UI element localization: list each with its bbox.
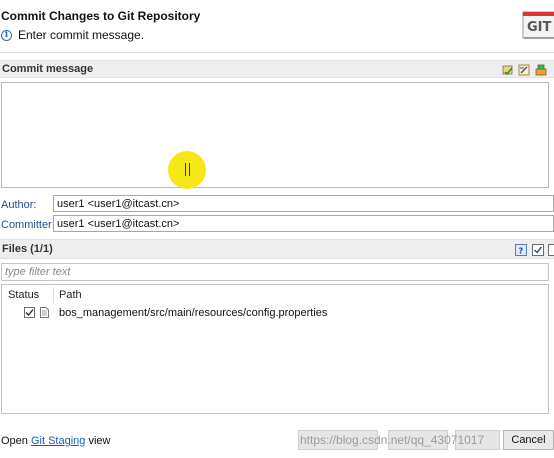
column-separator[interactable] xyxy=(53,287,54,303)
author-field[interactable] xyxy=(53,195,554,212)
info-text: Enter commit message. xyxy=(18,28,145,42)
show-untracked-icon[interactable]: ? xyxy=(515,244,527,256)
status-column-header[interactable]: Status xyxy=(8,289,39,301)
open-prefix: Open xyxy=(1,435,31,447)
files-table: Status Path bos_management/src/main/reso… xyxy=(1,284,549,414)
files-label: Files (1/1) xyxy=(2,243,53,255)
git-staging-link[interactable]: Git Staging xyxy=(31,435,85,447)
select-all-icon[interactable] xyxy=(532,244,544,256)
git-logo-text: GIT xyxy=(527,20,552,35)
file-path: bos_management/src/main/resources/config… xyxy=(59,307,328,319)
table-row[interactable]: bos_management/src/main/resources/config… xyxy=(2,305,548,322)
commit-message-textarea[interactable] xyxy=(1,82,549,188)
header-divider xyxy=(0,52,554,53)
dialog-header xyxy=(0,0,554,52)
properties-file-icon xyxy=(40,307,49,318)
file-filter-input[interactable] xyxy=(1,263,549,281)
commit-message-section-header: Commit message xyxy=(0,60,554,78)
signed-off-icon[interactable] xyxy=(518,64,530,76)
open-suffix: view xyxy=(85,435,111,447)
dialog-title: Commit Changes to Git Repository xyxy=(1,9,201,23)
info-icon: i xyxy=(1,29,12,41)
author-label: Author: xyxy=(1,199,37,211)
committer-field[interactable] xyxy=(53,215,554,232)
svg-text:?: ? xyxy=(519,247,524,256)
info-message: i Enter commit message. xyxy=(1,28,144,42)
open-staging-text: Open Git Staging view xyxy=(1,435,110,447)
committer-label: Committer: xyxy=(1,219,55,231)
path-column-header[interactable]: Path xyxy=(59,289,82,301)
watermark-text: https://blog.csdn.net/qq_43071017 xyxy=(300,433,485,447)
spell-check-icon[interactable] xyxy=(502,64,514,76)
commit-message-label: Commit message xyxy=(2,63,94,75)
checkmark-icon xyxy=(25,309,34,316)
git-logo: GIT xyxy=(522,11,554,39)
amend-icon[interactable] xyxy=(535,64,547,76)
deselect-all-icon[interactable] xyxy=(548,244,554,256)
file-checkbox[interactable] xyxy=(24,307,35,318)
text-cursor-icon xyxy=(185,163,190,176)
cancel-button[interactable]: Cancel xyxy=(503,430,554,450)
files-section-header: Files (1/1) ? xyxy=(0,239,554,259)
